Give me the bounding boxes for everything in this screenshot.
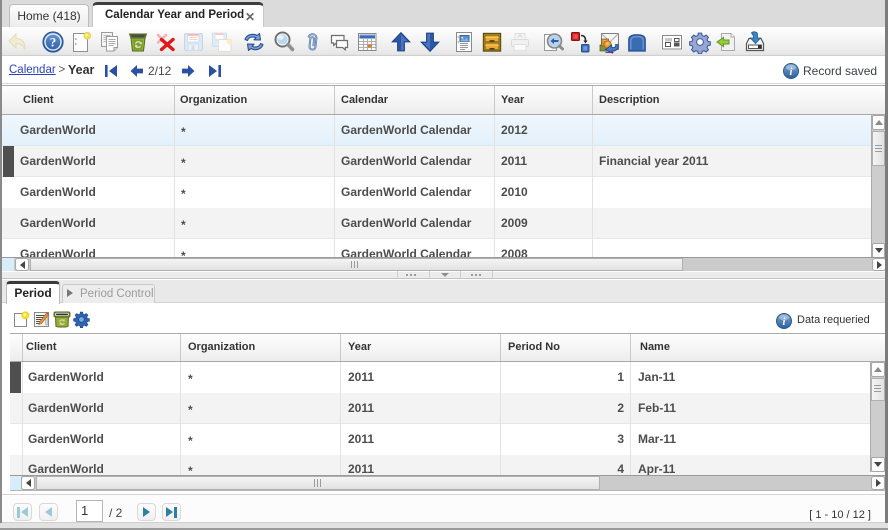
svg-text:i: i — [783, 317, 786, 328]
svg-text:i: i — [790, 67, 793, 78]
svg-text:?: ? — [50, 35, 57, 50]
